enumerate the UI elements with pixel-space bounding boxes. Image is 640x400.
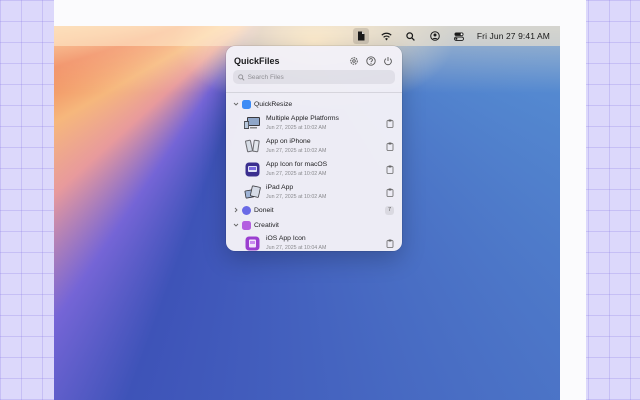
iphones-thumbnail-icon [244, 138, 261, 155]
file-date: Jun 27, 2025 at 10:02 AM [266, 124, 327, 131]
copy-clipboard-icon[interactable] [385, 238, 394, 248]
group-label: Creativit [254, 221, 279, 229]
group-label: QuickResize [254, 100, 293, 108]
menu-bar: Fri Jun 27 9:41 AM [54, 26, 560, 46]
popover-header: QuickFiles [234, 54, 394, 68]
file-row[interactable]: Multiple Apple Platforms Jun 27, 2025 at… [244, 112, 394, 134]
file-date: Jun 27, 2025 at 10:02 AM [266, 170, 327, 177]
file-row[interactable]: App Icon for macOS Jun 27, 2025 at 10:02… [244, 158, 394, 180]
app-icon-thumbnail-icon [244, 161, 261, 178]
chevron-down-icon[interactable] [232, 222, 239, 229]
group-creativit[interactable]: Creativit [232, 219, 394, 231]
quickresize-app-icon [242, 99, 251, 109]
file-name: Multiple Apple Platforms [266, 115, 339, 123]
devices-thumbnail-icon [244, 115, 261, 132]
quickfiles-menu-icon[interactable] [352, 28, 369, 44]
gear-icon[interactable] [348, 55, 360, 67]
file-name: iOS App Icon [266, 235, 306, 243]
group-quickresize[interactable]: QuickResize [232, 98, 394, 110]
chevron-down-icon[interactable] [232, 101, 239, 108]
menu-bar-clock[interactable]: Fri Jun 27 9:41 AM [477, 31, 550, 41]
copy-clipboard-icon[interactable] [385, 187, 394, 197]
power-icon[interactable] [382, 55, 394, 67]
group-label: Doneit [254, 206, 274, 214]
file-date: Jun 27, 2025 at 10:02 AM [266, 147, 327, 154]
file-name: App Icon for macOS [266, 161, 328, 169]
copy-clipboard-icon[interactable] [385, 141, 394, 151]
search-input[interactable] [247, 73, 395, 81]
creativit-app-icon [242, 220, 251, 230]
file-date: Jun 27, 2025 at 10:04 AM [266, 244, 327, 251]
file-date: Jun 27, 2025 at 10:02 AM [266, 193, 327, 200]
file-row[interactable]: iPad App Jun 27, 2025 at 10:02 AM [244, 181, 394, 203]
wifi-icon[interactable] [381, 30, 393, 42]
control-center-icon[interactable] [453, 30, 465, 42]
header-divider [226, 92, 402, 93]
file-name: App on iPhone [266, 138, 311, 146]
copy-clipboard-icon[interactable] [385, 118, 394, 128]
help-icon[interactable] [365, 55, 377, 67]
group-count-badge: 7 [384, 205, 394, 215]
ios-app-icon-thumbnail-icon [244, 235, 261, 252]
chevron-right-icon[interactable] [232, 207, 239, 214]
search-icon[interactable] [405, 30, 417, 42]
ipads-thumbnail-icon [244, 184, 261, 201]
doneit-app-icon [242, 205, 251, 215]
search-field[interactable] [233, 70, 395, 84]
copy-clipboard-icon[interactable] [385, 164, 394, 174]
user-switch-icon[interactable] [429, 30, 441, 42]
file-row[interactable]: iOS App Icon Jun 27, 2025 at 10:04 AM [244, 232, 394, 251]
app-title: QuickFiles [234, 56, 280, 66]
group-doneit[interactable]: Doneit 7 [232, 204, 394, 216]
file-name: iPad App [266, 184, 294, 192]
search-field-icon [238, 73, 245, 81]
file-row[interactable]: App on iPhone Jun 27, 2025 at 10:02 AM [244, 135, 394, 157]
quickfiles-popover: QuickFiles QuickResize Multip [226, 46, 402, 251]
